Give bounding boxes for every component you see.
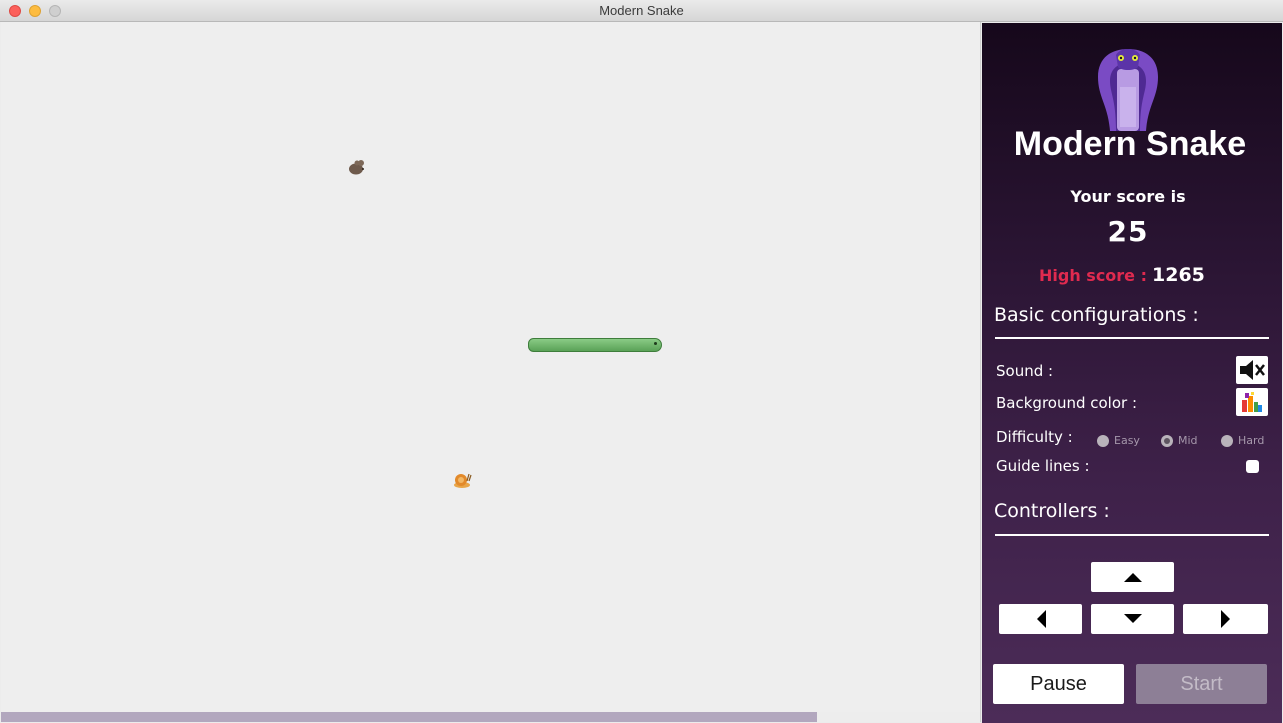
difficulty-option-label: Mid <box>1178 434 1198 447</box>
score-value: 25 <box>1107 215 1149 248</box>
difficulty-option-label: Easy <box>1114 434 1140 447</box>
left-button[interactable] <box>999 604 1082 634</box>
basic-config-divider <box>995 337 1269 339</box>
cobra-logo-icon <box>1098 49 1158 131</box>
high-score-value: 1265 <box>1152 264 1205 286</box>
start-button[interactable]: Start <box>1136 664 1267 704</box>
difficulty-easy-radio[interactable]: Easy <box>1097 434 1140 447</box>
score-label: Your score is <box>1070 187 1186 206</box>
difficulty-mid-radio[interactable]: Mid <box>1161 434 1198 447</box>
radio-indicator <box>1221 434 1233 447</box>
bg-color-button[interactable] <box>1236 388 1268 416</box>
pause-button[interactable]: Pause <box>993 664 1124 704</box>
window-title-bar: Modern Snake <box>0 0 1283 22</box>
down-button[interactable] <box>1091 604 1174 634</box>
right-button[interactable] <box>1183 604 1268 634</box>
difficulty-hard-radio[interactable]: Hard <box>1221 434 1264 447</box>
app-title: Modern Snake <box>1013 125 1247 163</box>
guide-lines-checkbox[interactable] <box>1246 460 1259 473</box>
guide-lines-label: Guide lines : <box>996 457 1090 475</box>
sound-label: Sound : <box>996 362 1054 380</box>
speaker-muted-icon <box>1240 360 1265 380</box>
snail-icon <box>454 473 472 488</box>
up-button[interactable] <box>1091 562 1174 592</box>
controllers-divider <box>995 534 1269 536</box>
arrow-left-icon <box>1036 610 1046 628</box>
progress-track <box>1 712 980 722</box>
bg-color-label: Background color : <box>996 394 1138 412</box>
basic-config-title: Basic configurations : <box>994 304 1199 326</box>
game-board[interactable] <box>1 22 981 722</box>
arrow-down-icon <box>1123 614 1142 623</box>
side-panel: Modern Snake Your score is 25 High score… <box>982 23 1282 723</box>
radio-indicator <box>1097 434 1109 447</box>
difficulty-option-label: Hard <box>1238 434 1265 447</box>
arrow-up-icon <box>1123 573 1142 582</box>
controllers-title: Controllers : <box>994 500 1110 522</box>
difficulty-label: Difficulty : <box>996 428 1073 446</box>
mouse-icon <box>349 160 364 175</box>
radio-indicator-selected <box>1161 434 1173 447</box>
snake <box>528 338 662 352</box>
color-palette-icon <box>1242 392 1262 412</box>
sound-toggle-button[interactable] <box>1236 356 1268 384</box>
high-score-label: High score : <box>1039 266 1147 285</box>
arrow-right-icon <box>1220 610 1230 628</box>
window-title: Modern Snake <box>599 3 684 18</box>
progress-fill <box>1 712 818 722</box>
